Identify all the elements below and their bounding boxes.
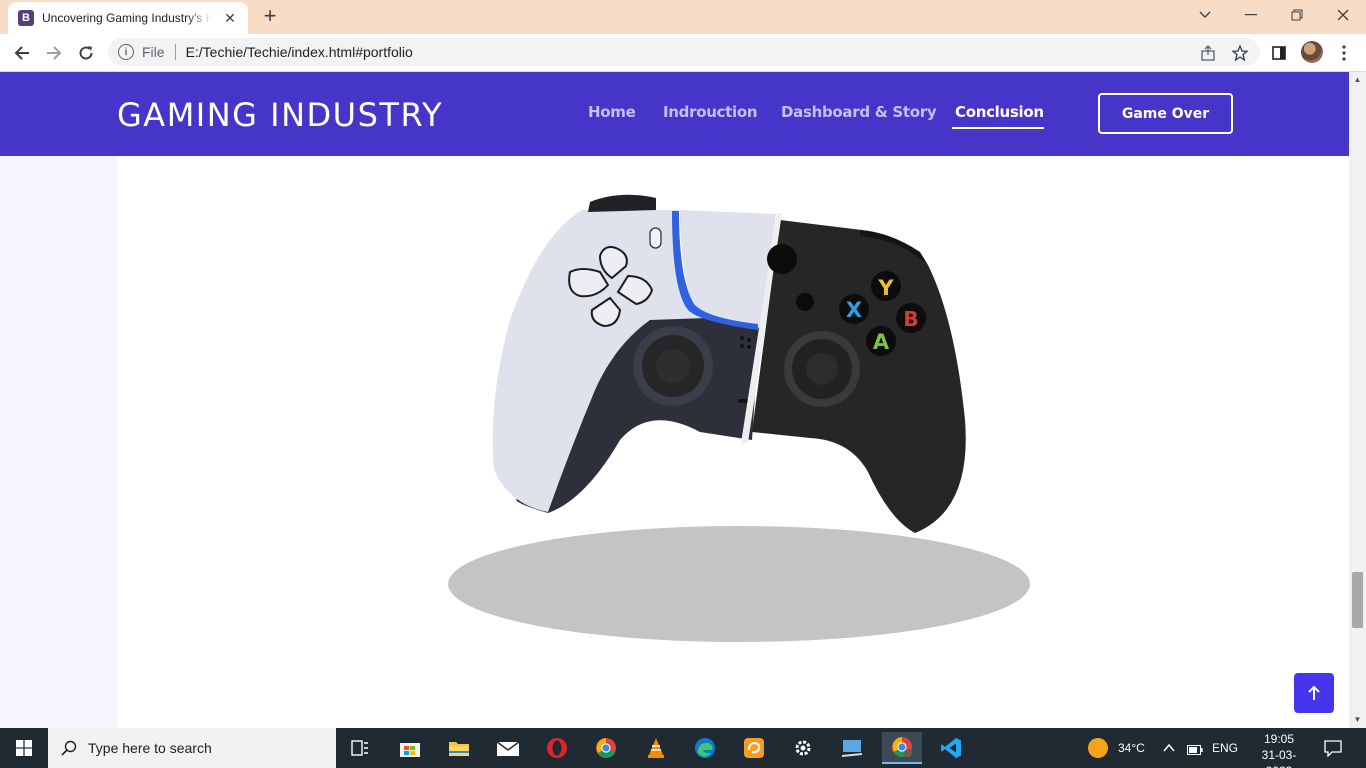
scroll-up-arrow-icon[interactable]: ▲ [1353,75,1362,84]
new-tab-icon[interactable]: + [258,5,282,29]
close-window-icon[interactable] [1320,0,1366,30]
windows-taskbar: Type here to search 34°C ENG 19:05 31-03… [0,728,1366,768]
browser-tab[interactable]: B Uncovering Gaming Industry's Hi ✕ [8,2,248,34]
reload-icon[interactable] [75,42,97,64]
weather-temperature[interactable]: 34°C [1118,741,1145,755]
address-bar[interactable]: i File E:/Techie/Techie/index.html#portf… [108,38,1260,66]
search-icon [60,739,78,757]
vlc-icon[interactable] [640,732,672,764]
site-header: GAMING INDUSTRY Home Indrouction Dashboa… [0,72,1349,156]
tray-chevron-up-icon[interactable] [1163,740,1175,758]
back-to-top-button[interactable] [1294,673,1334,713]
ps-small-button [738,399,748,403]
bookmark-star-icon[interactable] [1229,42,1251,64]
nav-dashboard-story[interactable]: Dashboard & Story [781,103,937,121]
arrow-up-icon [1308,685,1320,700]
remote-desktop-icon[interactable] [836,732,868,764]
forward-arrow-icon[interactable] [43,42,65,64]
taskbar-search-box[interactable]: Type here to search [48,728,336,768]
tab-title: Uncovering Gaming Industry's Hi [42,11,212,25]
page-viewport: GAMING INDUSTRY Home Indrouction Dashboa… [0,72,1349,728]
site-info-icon[interactable]: i [118,44,134,60]
menu-dots-icon[interactable] [1333,42,1355,64]
task-view-icon[interactable] [344,732,376,764]
file-explorer-icon[interactable] [443,732,475,764]
game-over-button[interactable]: Game Over [1098,93,1233,134]
url-scheme-label: File [142,44,165,60]
chrome-icon[interactable] [590,732,622,764]
input-language[interactable]: ENG [1212,741,1238,755]
edge-icon[interactable] [689,732,721,764]
restore-icon[interactable] [1274,0,1320,30]
page-scrollbar[interactable]: ▲ ▼ [1349,72,1366,728]
settings-gear-icon[interactable] [787,732,819,764]
site-logo[interactable]: GAMING INDUSTRY [117,96,443,134]
y-button-label: Y [877,276,894,300]
browser-tab-strip: B Uncovering Gaming Industry's Hi ✕ + [0,0,1366,34]
microsoft-store-icon[interactable] [394,732,426,764]
url-text[interactable]: E:/Techie/Techie/index.html#portfolio [186,44,413,60]
clock-time: 19:05 [1263,732,1295,746]
uc-browser-icon[interactable] [738,732,770,764]
ps-bumper [588,194,656,212]
opera-browser-icon[interactable] [541,732,573,764]
url-separator [174,44,176,60]
a-button-label: A [873,330,890,354]
tab-search-chevron-icon[interactable] [1182,0,1228,30]
share-icon[interactable] [1197,42,1219,64]
taskbar-clock[interactable]: 19:05 31-03-2023 [1250,731,1308,768]
scroll-thumb[interactable] [1352,572,1363,628]
weather-sun-icon[interactable] [1088,738,1108,758]
scroll-down-arrow-icon[interactable]: ▼ [1353,715,1362,724]
back-arrow-icon[interactable] [11,42,33,64]
windows-start-icon[interactable] [0,728,48,768]
mail-icon[interactable] [492,732,524,764]
browser-toolbar: i File E:/Techie/Techie/index.html#portf… [0,34,1366,72]
notification-center-icon[interactable] [1324,739,1342,762]
chrome-active-window-icon[interactable] [882,732,922,764]
search-placeholder: Type here to search [88,740,212,756]
nav-active-underline [952,127,1044,129]
battery-icon[interactable] [1187,742,1203,760]
x-button-label: X [846,298,862,322]
xbox-upper-stick [767,244,797,274]
vscode-icon[interactable] [932,732,970,764]
tab-close-icon[interactable]: ✕ [222,10,238,26]
clock-date: 31-03-2023 [1261,748,1297,768]
nav-conclusion[interactable]: Conclusion [955,103,1044,121]
side-panel-icon[interactable] [1268,42,1290,64]
right-stick-center [806,353,838,385]
profile-avatar[interactable] [1301,41,1323,63]
nav-indrouction[interactable]: Indrouction [663,103,758,121]
game-controller-illustration: Y X B A [448,194,1030,642]
nav-home[interactable]: Home [588,103,636,121]
controller-shadow [448,526,1030,642]
left-stick-center [656,349,690,383]
ps-create-button [649,227,662,249]
b-button-label: B [903,307,918,331]
bootstrap-favicon-icon: B [18,10,34,26]
xbox-view-button [796,293,814,311]
minimize-icon[interactable] [1228,0,1274,30]
